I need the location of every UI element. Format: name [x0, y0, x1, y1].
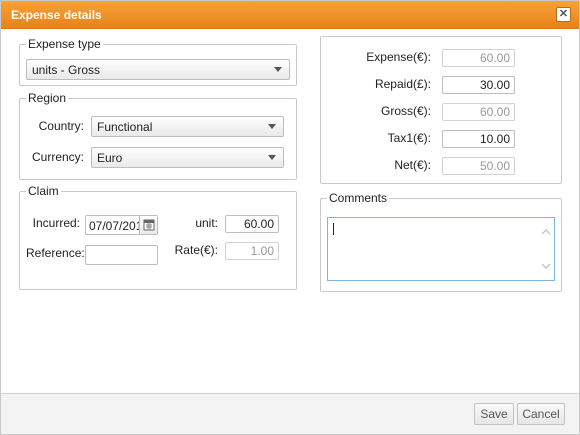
chevron-down-icon	[274, 67, 282, 72]
expense-input	[442, 49, 515, 67]
rate-label: Rate(€):	[174, 243, 218, 257]
chevron-down-icon	[268, 155, 276, 160]
calendar-icon[interactable]	[139, 216, 157, 234]
currency-select[interactable]: Euro	[91, 147, 284, 168]
unit-input[interactable]	[225, 215, 279, 233]
reference-input[interactable]	[85, 245, 158, 265]
expense-type-value: units - Gross	[32, 63, 101, 77]
incurred-date-picker[interactable]: 07/07/2015	[85, 215, 158, 235]
incurred-label: Incurred:	[32, 216, 80, 230]
repaid-input[interactable]	[442, 76, 515, 94]
claim-group: Claim Incurred: 07/07/2015 Reference: un…	[19, 184, 297, 290]
country-select[interactable]: Functional	[91, 116, 284, 137]
text-caret	[333, 223, 334, 235]
comments-legend: Comments	[327, 191, 390, 205]
gross-input	[442, 103, 515, 121]
rate-input	[225, 242, 279, 260]
expense-label: Expense(€):	[366, 50, 431, 64]
region-group: Region Country: Functional Currency: Eur…	[19, 91, 297, 180]
currency-label: Currency:	[31, 150, 84, 164]
scroll-up-icon[interactable]	[541, 228, 551, 236]
dialog-title: Expense details	[11, 8, 102, 22]
expense-type-group: Expense type units - Gross	[19, 37, 297, 86]
currency-value: Euro	[97, 151, 123, 165]
dialog-footer: Save Cancel	[1, 394, 579, 434]
expense-details-dialog: Expense details ✕ Expense type units - G…	[0, 0, 580, 435]
country-value: Functional	[97, 120, 153, 134]
net-label: Net(€):	[394, 158, 431, 172]
expense-type-select[interactable]: units - Gross	[26, 59, 290, 80]
cancel-button[interactable]: Cancel	[517, 403, 565, 425]
repaid-label: Repaid(£):	[374, 77, 431, 91]
expense-type-legend: Expense type	[26, 37, 103, 51]
dialog-titlebar[interactable]: Expense details ✕	[1, 1, 579, 29]
tax1-label: Tax1(€):	[387, 131, 431, 145]
save-button[interactable]: Save	[474, 403, 514, 425]
tax1-input[interactable]	[442, 130, 515, 148]
unit-label: unit:	[195, 216, 218, 230]
scroll-down-icon[interactable]	[541, 262, 551, 270]
net-input	[442, 157, 515, 175]
chevron-down-icon	[268, 124, 276, 129]
country-label: Country:	[38, 119, 84, 133]
amounts-group: Expense(€): Repaid(£): Gross(€): Tax1(€)…	[320, 36, 562, 184]
comments-group: Comments	[320, 191, 562, 292]
claim-legend: Claim	[26, 184, 61, 198]
region-legend: Region	[26, 91, 69, 105]
comments-textarea[interactable]	[327, 217, 555, 281]
close-icon[interactable]: ✕	[556, 7, 571, 22]
reference-label: Reference:	[26, 246, 85, 260]
gross-label: Gross(€):	[380, 104, 431, 118]
